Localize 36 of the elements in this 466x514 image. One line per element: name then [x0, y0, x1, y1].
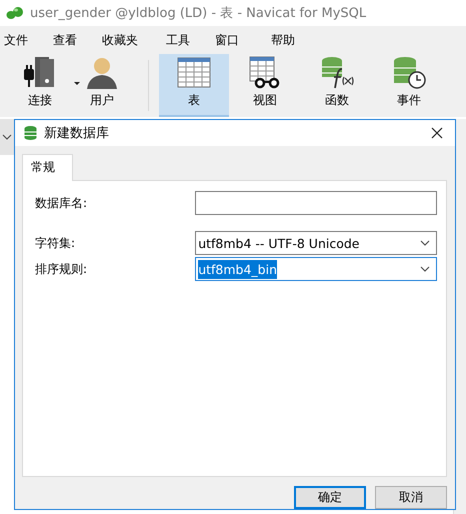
dropdown-caret-icon[interactable]: [74, 82, 80, 85]
plug-server-icon: [23, 55, 57, 89]
table-icon: [177, 55, 211, 89]
field-label: 字符集:: [35, 234, 76, 252]
dialog-button[interactable]: 取消: [375, 486, 447, 509]
chevron-down-icon: [2, 134, 12, 140]
user-icon: [85, 55, 119, 89]
chevron-down-icon: [420, 240, 430, 246]
toolbar-button[interactable]: 表: [159, 54, 229, 117]
database-function-icon: [320, 55, 354, 89]
dialog-title: 新建数据库: [44, 125, 109, 142]
database-clock-icon: [392, 55, 426, 89]
toolbar-button[interactable]: 事件: [373, 54, 445, 117]
toolbar-button[interactable]: 函数: [301, 54, 373, 117]
dialog-button[interactable]: 确定: [294, 486, 366, 509]
menu-item[interactable]: 窗口: [215, 32, 239, 48]
toolbar-button[interactable]: 连接: [14, 54, 66, 117]
field-label: 排序规则:: [35, 260, 88, 278]
select-field[interactable]: utf8mb4_bin: [195, 257, 437, 281]
window-title: user_gender @yldblog (LD) - 表 - Navicat for MySQL: [30, 5, 366, 22]
toolbar-button[interactable]: 视图: [229, 54, 301, 117]
table-glasses-icon: [248, 55, 282, 89]
select-field[interactable]: utf8mb4 -- UTF-8 Unicode: [195, 231, 437, 255]
menu-item[interactable]: 工具: [166, 32, 190, 48]
chevron-down-icon: [420, 266, 430, 272]
input-field[interactable]: [195, 191, 437, 215]
menu-item[interactable]: 收藏夹: [102, 32, 138, 48]
toolbar-button[interactable]: 用户: [66, 54, 138, 117]
menu-item[interactable]: 查看: [53, 32, 77, 48]
app-logo-icon: [6, 6, 24, 20]
close-button[interactable]: [429, 125, 445, 141]
database-icon: [24, 126, 37, 140]
tab[interactable]: 常规: [22, 154, 73, 181]
menu-item[interactable]: 文件: [4, 32, 28, 48]
menu-item[interactable]: 帮助: [271, 32, 295, 48]
field-label: 数据库名:: [35, 194, 88, 212]
